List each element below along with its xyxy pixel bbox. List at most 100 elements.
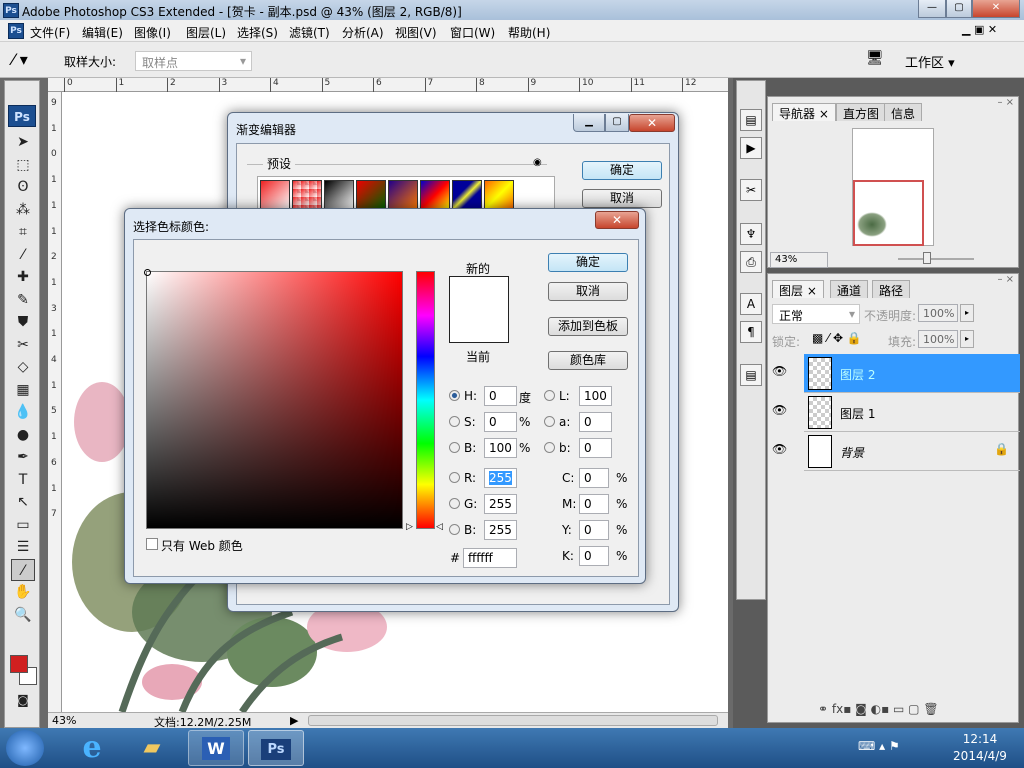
maximize-button[interactable]: ▢ [946, 0, 972, 18]
taskbar-ie[interactable]: e [64, 730, 120, 766]
panel-icon[interactable]: ♆ [740, 223, 762, 245]
menu-item[interactable]: 帮助(H) [508, 24, 550, 41]
color-value-field[interactable]: 0 [484, 386, 517, 406]
tool-icon[interactable]: ▭ [11, 514, 35, 536]
view-box[interactable] [853, 180, 924, 246]
start-button[interactable] [6, 730, 44, 766]
panel-icon[interactable]: ¶ [740, 321, 762, 343]
tool-icon[interactable]: ◇ [11, 356, 35, 378]
status-menu-arrow[interactable]: ▶ [290, 714, 298, 727]
tool-icon[interactable]: ⬚ [11, 154, 35, 176]
ge-maximize[interactable]: ▢ [605, 114, 629, 132]
foreground-color-swatch[interactable] [10, 655, 28, 673]
tool-icon[interactable]: ⁄ [11, 558, 35, 581]
cp-cancel-button[interactable]: 取消 [548, 282, 628, 301]
panel-close-icon[interactable]: – × [997, 274, 1014, 285]
tool-icon[interactable]: ✋ [11, 581, 35, 603]
gradient-preset[interactable] [324, 180, 354, 210]
ge-close-button[interactable]: ✕ [629, 114, 675, 132]
tab-2[interactable]: 信息 [884, 103, 923, 121]
web-only-checkbox[interactable] [146, 538, 158, 550]
tool-icon[interactable]: ✂ [11, 334, 35, 356]
color-value-field[interactable]: 0 [579, 438, 612, 458]
doc-window-controls[interactable]: ▁ ▣ ✕ [962, 23, 997, 36]
layer-row[interactable]: 背景 🔒 [804, 432, 1020, 471]
cp-ok-button[interactable]: 确定 [548, 253, 628, 272]
hue-slider[interactable] [416, 271, 435, 529]
workspace-menu[interactable]: 工作区 ▾ [905, 52, 955, 71]
tool-icon[interactable]: ⁂ [11, 199, 35, 221]
opacity-slider-button[interactable]: ▸ [960, 304, 974, 322]
panel-icon[interactable]: ✂ [740, 179, 762, 201]
lock-icons[interactable]: ▩ ⁄ ✥ 🔒 [812, 331, 862, 345]
navigator-zoom-field[interactable]: 43% [770, 252, 828, 268]
color-mode-radio[interactable] [449, 416, 460, 427]
layer-row[interactable]: 图层 1 [804, 393, 1020, 432]
color-mode-radio[interactable] [544, 416, 555, 427]
taskbar-photoshop[interactable]: Ps [248, 730, 304, 766]
ge-ok-button[interactable]: 确定 [582, 161, 662, 180]
tool-icon[interactable]: ⛊ [11, 311, 35, 333]
taskbar-explorer-icon[interactable]: ▰ [124, 730, 180, 766]
gradient-preset[interactable] [388, 180, 418, 210]
color-value-field[interactable]: 0 [579, 412, 612, 432]
layer-bottom-toolbar[interactable]: ⚭ fx▪ ◙ ◐▪ ▭ ▢ 🗑 [818, 702, 939, 716]
tool-icon[interactable]: ▦ [11, 379, 35, 401]
visibility-eye-icon[interactable]: 👁 [772, 442, 787, 456]
horizontal-scrollbar[interactable] [308, 715, 718, 726]
menu-item[interactable]: 编辑(E) [82, 24, 123, 41]
tool-icon[interactable]: ʘ [11, 176, 35, 198]
color-mode-radio[interactable] [449, 498, 460, 509]
color-mode-radio[interactable] [449, 472, 460, 483]
close-button[interactable]: ✕ [972, 0, 1020, 18]
zoom-slider-handle[interactable] [923, 252, 931, 264]
minimize-button[interactable]: — [918, 0, 946, 18]
color-value-field[interactable]: 100 [579, 386, 612, 406]
tab-2[interactable]: 路径 [872, 280, 911, 298]
ge-cancel-button[interactable]: 取消 [582, 189, 662, 208]
clock[interactable]: 12:14 2014/4/9 [950, 732, 1010, 763]
hue-slider-left-arrow[interactable]: ▷ [406, 522, 413, 532]
tool-icon[interactable]: T [11, 469, 35, 491]
tool-icon[interactable]: 🔍 [11, 604, 35, 626]
color-value-field[interactable]: 100 [484, 438, 517, 458]
color-mode-radio[interactable] [449, 524, 460, 535]
visibility-eye-icon[interactable]: 👁 [772, 364, 787, 378]
color-mode-radio[interactable] [449, 442, 460, 453]
color-value-field[interactable]: 0 [579, 494, 609, 514]
blend-mode-select[interactable]: 正常 ▾ [772, 304, 860, 324]
eyedropper-tool-icon[interactable]: ⁄ ▾ [12, 50, 28, 69]
color-value-field[interactable]: 0 [579, 546, 609, 566]
panel-icon[interactable]: A [740, 293, 762, 315]
hex-field[interactable]: ffffff [463, 548, 517, 568]
zoom-slider[interactable] [898, 258, 974, 260]
tool-icon[interactable]: ✒ [11, 446, 35, 468]
tab-1[interactable]: 通道 [830, 280, 869, 298]
tool-icon[interactable]: ● [11, 424, 35, 446]
tab-0[interactable]: 图层 × [772, 280, 824, 298]
tool-icon[interactable]: ✎ [11, 289, 35, 311]
presets-menu-icon[interactable]: ◉ [533, 157, 542, 168]
color-field[interactable] [144, 269, 403, 529]
visibility-eye-icon[interactable]: 👁 [772, 403, 787, 417]
color-value-field[interactable]: 255 [484, 468, 517, 488]
tab-1[interactable]: 直方图 [836, 103, 887, 121]
gradient-preset[interactable] [484, 180, 514, 210]
tool-icon[interactable]: ⌗ [11, 221, 35, 243]
gradient-preset[interactable] [292, 180, 322, 210]
color-value-field[interactable]: 0 [579, 520, 609, 540]
menu-item[interactable]: 选择(S) [237, 24, 278, 41]
layer-row[interactable]: 图层 2 [804, 354, 1020, 393]
ge-minimize[interactable]: ▁ [573, 114, 605, 132]
gradient-preset[interactable] [356, 180, 386, 210]
tool-icon[interactable]: ☰ [11, 536, 35, 558]
tool-icon[interactable]: 💧 [11, 401, 35, 423]
menu-item[interactable]: 图层(L) [186, 24, 226, 41]
tool-icon[interactable]: ➤ [11, 131, 35, 153]
gradient-preset[interactable] [452, 180, 482, 210]
menu-item[interactable]: 分析(A) [342, 24, 384, 41]
panel-icon[interactable]: ▤ [740, 109, 762, 131]
tool-icon[interactable]: ✚ [11, 266, 35, 288]
gradient-preset[interactable] [420, 180, 450, 210]
taskbar-word[interactable]: W [188, 730, 244, 766]
